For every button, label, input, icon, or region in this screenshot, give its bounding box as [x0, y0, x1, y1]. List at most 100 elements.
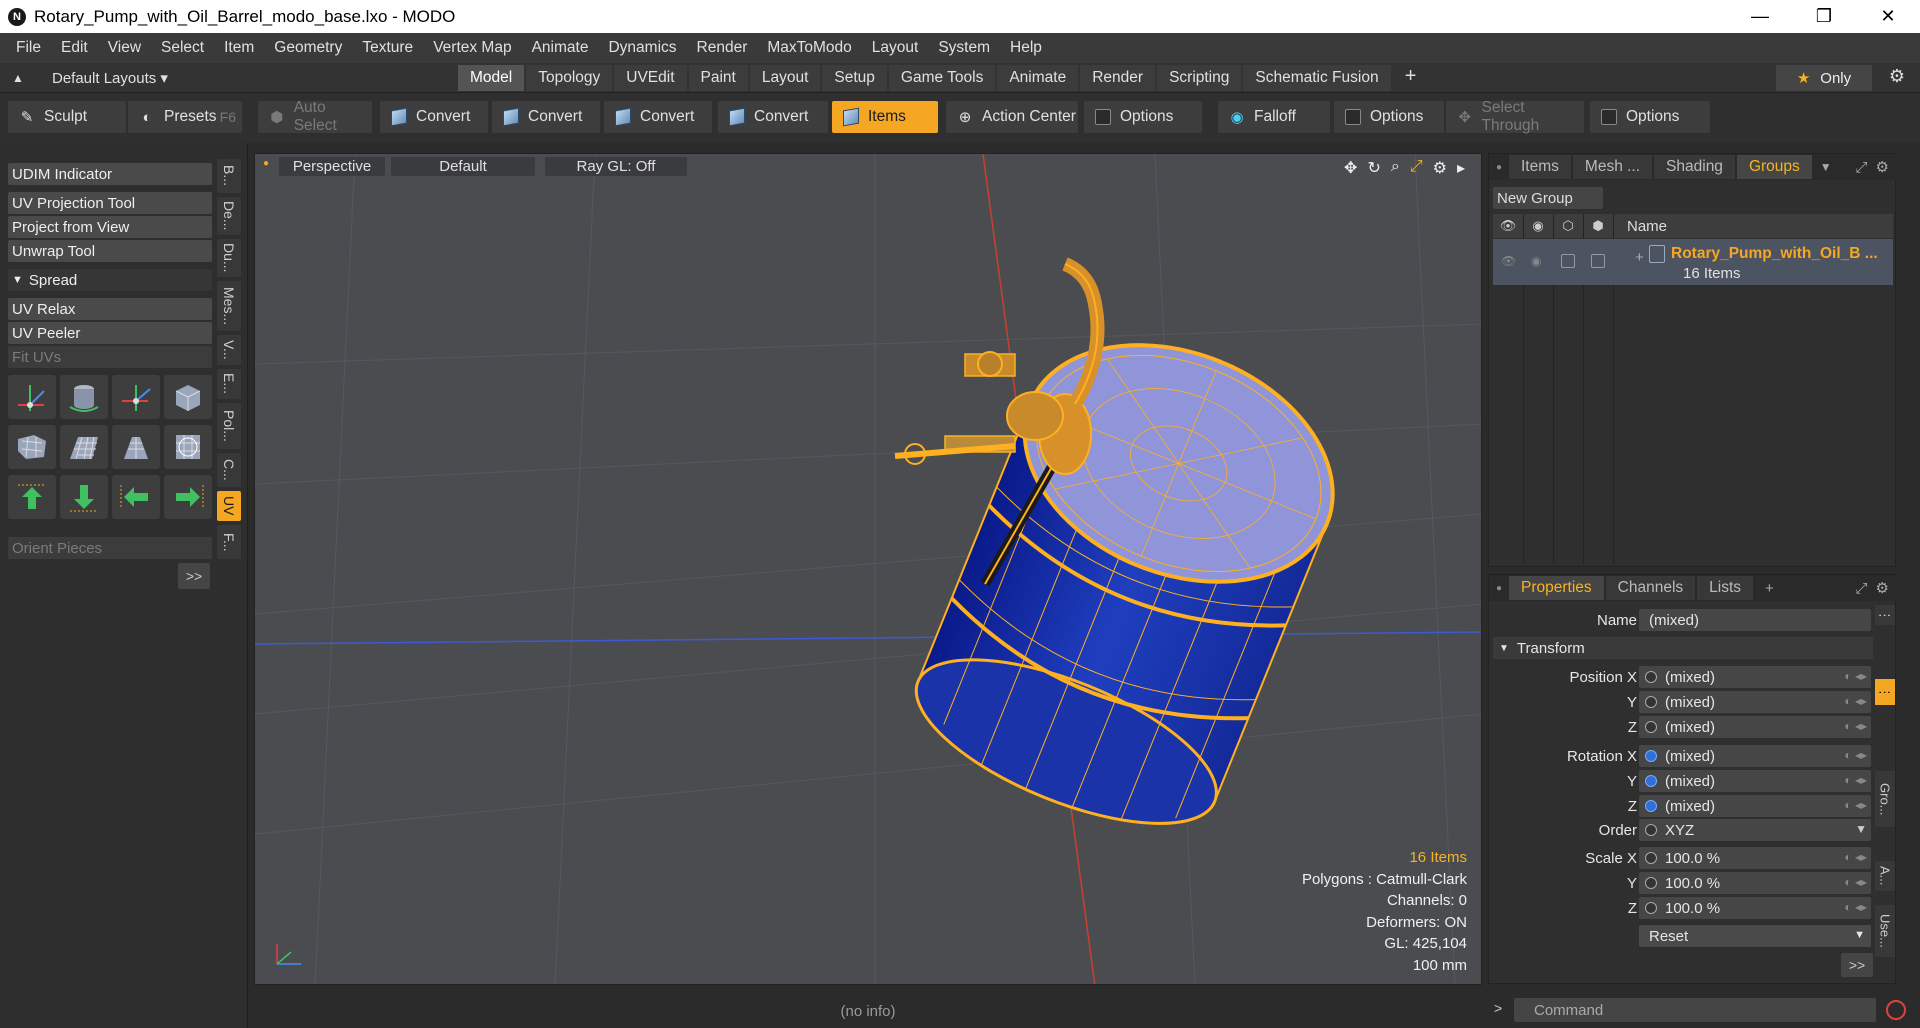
uv-peeler-button[interactable]: UV Peeler	[8, 322, 212, 344]
keyframe-dot-icon[interactable]	[1645, 775, 1657, 787]
record-macro-icon[interactable]	[1886, 1000, 1906, 1020]
falloff-options-button[interactable]: Options	[1334, 101, 1444, 133]
menu-render[interactable]: Render	[687, 39, 758, 57]
viewport-gear-icon[interactable]: ⚙	[1433, 158, 1447, 178]
expand-panel-icon[interactable]: ⤢	[1856, 159, 1868, 176]
slider-arrows-icon[interactable]: ◐ ◂▸	[1844, 900, 1867, 914]
expand-properties-button[interactable]: >>	[1841, 953, 1873, 977]
auto-select-button[interactable]: ⬢ Auto Select	[258, 99, 372, 134]
ray-gl-toggle[interactable]: Ray GL: Off	[545, 157, 687, 176]
keyframe-dot-icon[interactable]	[1645, 750, 1657, 762]
row-select-box[interactable]	[1591, 254, 1605, 268]
menu-system[interactable]: System	[928, 39, 1000, 57]
vtab-fusion[interactable]: F...	[217, 525, 241, 559]
menu-file[interactable]: File	[6, 39, 51, 57]
slider-arrows-icon[interactable]: ◐ ◂▸	[1844, 850, 1867, 864]
keyframe-dot-icon[interactable]	[1645, 721, 1657, 733]
zoom-icon[interactable]: ⌕	[1391, 158, 1400, 178]
menu-select[interactable]: Select	[151, 39, 214, 57]
arrow-down-green-icon[interactable]	[60, 475, 108, 519]
convert-polygons-button[interactable]: Convert	[604, 101, 712, 133]
maximize-viewport-icon[interactable]: ⤢	[1410, 158, 1423, 178]
vtab-duplicate[interactable]: Du...	[217, 239, 241, 277]
side-tab-active[interactable]: ⋮	[1875, 679, 1895, 705]
new-group-button[interactable]: New Group	[1493, 187, 1603, 209]
gear-icon[interactable]: ⚙	[1884, 66, 1910, 90]
action-center-button[interactable]: ⊕ Action Center	[946, 101, 1078, 133]
rotation-x-field[interactable]: (mixed) ◐ ◂▸	[1639, 745, 1871, 767]
arrow-right-green-icon[interactable]	[164, 475, 212, 519]
viewport-menu-dot-icon[interactable]: ●	[263, 158, 269, 169]
select-through-options-button[interactable]: Options	[1590, 101, 1710, 133]
lock-cube-icon[interactable]: ⬡	[1553, 218, 1583, 234]
convert-edges-button[interactable]: Convert	[492, 101, 600, 133]
name-field[interactable]: (mixed)	[1639, 609, 1871, 631]
vtab-polygon[interactable]: Pol...	[217, 403, 241, 449]
slider-arrows-icon[interactable]: ◐ ◂▸	[1844, 694, 1867, 708]
keyframe-dot-icon[interactable]	[1645, 800, 1657, 812]
scale-x-field[interactable]: 100.0 % ◐ ◂▸	[1639, 847, 1871, 869]
menu-texture[interactable]: Texture	[352, 39, 423, 57]
menu-vertex-map[interactable]: Vertex Map	[423, 39, 521, 57]
expand-panel-icon[interactable]: ⤢	[1856, 580, 1868, 597]
row-eye-icon[interactable]: 👁	[1501, 254, 1516, 268]
row-lock-box[interactable]	[1561, 254, 1575, 268]
3d-viewport[interactable]: ● Perspective Default Ray GL: Off ✥ ↻ ⌕ …	[254, 153, 1482, 985]
chevron-down-icon[interactable]: ▼	[1820, 160, 1832, 174]
expand-toolbox-button[interactable]: >>	[178, 563, 210, 589]
uv-relax-button[interactable]: UV Relax	[8, 298, 212, 320]
name-column-header[interactable]: Name	[1627, 218, 1667, 235]
side-tab-groups[interactable]: Gro...	[1875, 771, 1895, 827]
select-through-button[interactable]: ✥ Select Through	[1446, 99, 1584, 134]
menu-edit[interactable]: Edit	[51, 39, 98, 57]
tab-topology[interactable]: Topology	[526, 65, 613, 91]
uv-projection-tool-button[interactable]: UV Projection Tool	[8, 192, 212, 214]
group-name[interactable]: Rotary_Pump_with_Oil_B ...	[1671, 245, 1878, 263]
menu-view[interactable]: View	[98, 39, 151, 57]
visibility-eye-icon[interactable]: 👁	[1493, 218, 1523, 234]
menu-layout[interactable]: Layout	[862, 39, 929, 57]
arrow-left-green-icon[interactable]	[112, 475, 160, 519]
layout-selector[interactable]: ▲ Default Layouts ▾	[0, 63, 240, 93]
sculpt-button[interactable]: ✎ Sculpt	[8, 101, 126, 133]
command-arrow-icon[interactable]: >	[1494, 1000, 1502, 1016]
keyframe-dot-icon[interactable]	[1645, 852, 1657, 864]
slider-arrows-icon[interactable]: ◐ ◂▸	[1844, 748, 1867, 762]
vtab-curve[interactable]: C...	[217, 453, 241, 487]
command-input[interactable]: Command	[1514, 998, 1876, 1022]
keyframe-dot-icon[interactable]	[1645, 696, 1657, 708]
tab-paint[interactable]: Paint	[688, 65, 748, 91]
side-tab-dots[interactable]: ⋮	[1875, 605, 1895, 625]
vtab-edge[interactable]: E...	[217, 369, 241, 399]
tab-setup[interactable]: Setup	[822, 65, 887, 91]
unwrap-tool-button[interactable]: Unwrap Tool	[8, 240, 212, 262]
vtab-uv[interactable]: UV	[217, 491, 241, 521]
rotation-y-field[interactable]: (mixed) ◐ ◂▸	[1639, 770, 1871, 792]
vtab-mesh-edit[interactable]: Mes...	[217, 281, 241, 331]
position-y-field[interactable]: (mixed) ◐ ◂▸	[1639, 691, 1871, 713]
move-uv-icon[interactable]	[112, 375, 160, 419]
perspective-map-icon[interactable]	[112, 425, 160, 469]
side-tab-a[interactable]: A...	[1875, 861, 1895, 891]
minimize-button[interactable]: —	[1728, 0, 1792, 33]
keyframe-dot-icon[interactable]	[1645, 877, 1657, 889]
chevron-down-icon[interactable]: ▼	[1855, 822, 1867, 836]
box-map-icon[interactable]	[164, 375, 212, 419]
keyframe-dot-icon[interactable]	[1645, 671, 1657, 683]
udim-indicator-button[interactable]: UDIM Indicator	[8, 163, 212, 185]
tab-scripting[interactable]: Scripting	[1157, 65, 1242, 91]
items-mode-button[interactable]: Items	[832, 101, 938, 133]
menu-animate[interactable]: Animate	[522, 39, 599, 57]
planar-map-icon[interactable]	[60, 425, 108, 469]
tab-channels[interactable]: Channels	[1605, 576, 1696, 600]
arrow-up-green-icon[interactable]	[8, 475, 56, 519]
render-icon[interactable]: ◉	[1523, 218, 1553, 234]
fit-uvs-button[interactable]: Fit UVs	[8, 346, 212, 368]
rotate-icon[interactable]: ↻	[1367, 158, 1380, 178]
panel-gear-icon[interactable]: ⚙	[1876, 579, 1889, 597]
panel-menu-dot-icon[interactable]: ●	[1489, 162, 1509, 173]
slider-arrows-icon[interactable]: ◐ ◂▸	[1844, 669, 1867, 683]
tab-properties[interactable]: Properties	[1509, 576, 1604, 600]
tab-animate[interactable]: Animate	[997, 65, 1079, 91]
sphere-map-icon[interactable]	[8, 425, 56, 469]
